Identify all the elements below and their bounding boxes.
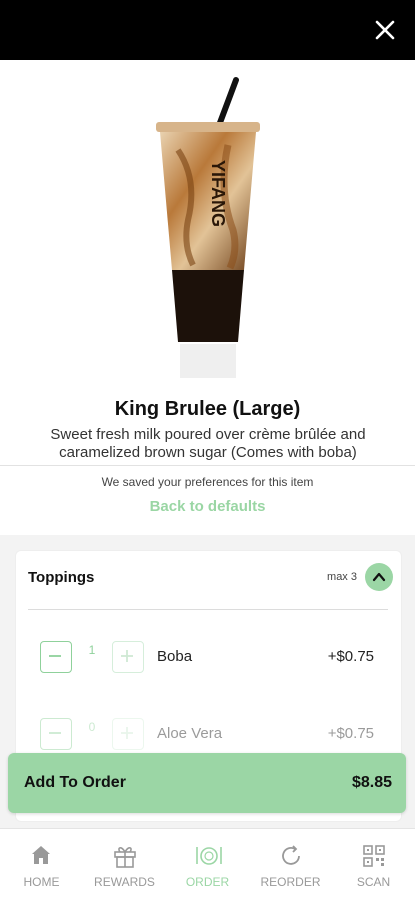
collapse-toppings-button[interactable] bbox=[365, 563, 393, 591]
decrease-aloe-vera-button[interactable] bbox=[40, 718, 72, 750]
cup-brand-text: YIFANG bbox=[208, 160, 228, 227]
product-title: King Brulee (Large) bbox=[114, 398, 301, 420]
increase-boba-button[interactable] bbox=[112, 641, 144, 673]
boba-quantity: 1 bbox=[88, 643, 96, 657]
decrease-boba-button[interactable] bbox=[40, 641, 72, 673]
product-image: YIFANG bbox=[0, 60, 415, 385]
gift-icon bbox=[114, 847, 136, 868]
home-icon bbox=[32, 846, 50, 864]
topping-price: +$0.75 bbox=[327, 648, 374, 665]
add-to-order-button[interactable]: Add To Order $8.85 bbox=[8, 753, 406, 813]
topping-price: +$0.75 bbox=[327, 725, 374, 742]
close-button[interactable] bbox=[373, 18, 397, 42]
toppings-max-label: max 3 bbox=[327, 571, 357, 583]
nav-label: HOME bbox=[23, 875, 60, 889]
nav-label: REWARDS bbox=[94, 875, 155, 889]
minus-icon bbox=[49, 655, 61, 657]
nav-label: ORDER bbox=[185, 875, 230, 889]
minus-icon bbox=[49, 732, 61, 734]
nav-home[interactable]: HOME bbox=[0, 829, 83, 901]
nav-label: SCAN bbox=[356, 875, 391, 889]
divider bbox=[0, 465, 415, 466]
boba-drink-image: YIFANG bbox=[155, 77, 260, 378]
chevron-up-icon bbox=[372, 572, 386, 582]
product-description: Sweet fresh milk poured over crème brûlé… bbox=[50, 426, 366, 461]
order-total: $8.85 bbox=[351, 774, 392, 791]
increase-aloe-vera-button[interactable] bbox=[112, 718, 144, 750]
saved-preferences-note: We saved your preferences for this item bbox=[101, 475, 314, 489]
add-to-order-label: Add To Order bbox=[24, 774, 126, 791]
top-bar bbox=[0, 0, 415, 60]
plus-icon bbox=[121, 727, 133, 739]
qr-scan-icon bbox=[363, 845, 385, 867]
toppings-title: Toppings bbox=[28, 569, 95, 586]
reorder-icon bbox=[282, 845, 300, 865]
order-icon bbox=[196, 847, 222, 865]
topping-name: Aloe Vera bbox=[157, 725, 223, 742]
nav-rewards[interactable]: REWARDS bbox=[83, 829, 166, 901]
plus-icon bbox=[121, 650, 133, 662]
bottom-nav: HOME REWARDS ORDER REORDER SCAN bbox=[0, 828, 415, 901]
nav-scan[interactable]: SCAN bbox=[332, 829, 415, 901]
nav-order[interactable]: ORDER bbox=[166, 829, 249, 901]
aloe-vera-quantity: 0 bbox=[88, 720, 96, 734]
topping-row-aloe-vera: 0 Aloe Vera +$0.75 bbox=[16, 714, 401, 754]
back-to-defaults-link[interactable]: Back to defaults bbox=[0, 498, 415, 515]
close-icon bbox=[375, 20, 395, 40]
topping-name: Boba bbox=[157, 648, 193, 665]
nav-reorder[interactable]: REORDER bbox=[249, 829, 332, 901]
topping-row-boba: 1 Boba +$0.75 bbox=[16, 637, 401, 677]
divider bbox=[28, 609, 388, 610]
nav-label: REORDER bbox=[260, 875, 321, 889]
